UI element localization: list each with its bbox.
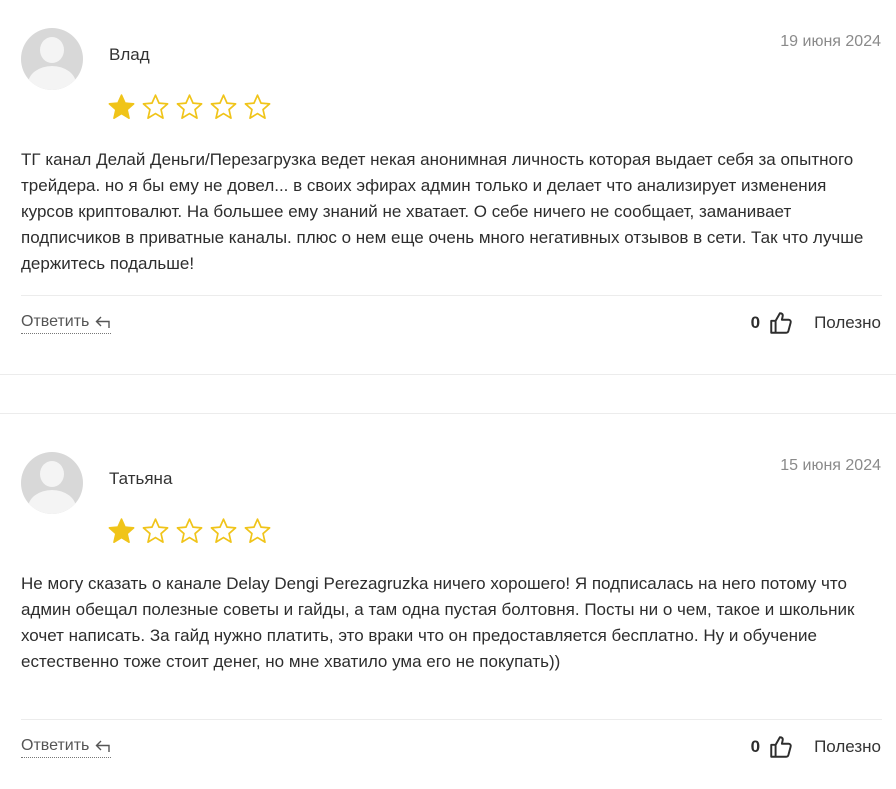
star-empty-icon <box>176 94 203 119</box>
review-text: Не могу сказать о канале Delay Dengi Per… <box>21 574 855 671</box>
helpful-group: 0 Полезно <box>751 310 881 336</box>
star-empty-icon <box>142 518 169 543</box>
review-date: 15 июня 2024 <box>780 457 881 474</box>
star-filled-icon <box>108 94 135 119</box>
star-filled-icon <box>108 518 135 543</box>
star-empty-icon <box>244 518 271 543</box>
helpful-count: 0 <box>750 313 761 332</box>
thumbs-up-icon[interactable] <box>768 734 794 760</box>
divider <box>21 295 882 296</box>
star-empty-icon <box>244 94 271 119</box>
rating-stars <box>107 517 272 546</box>
helpful-count: 0 <box>750 737 761 756</box>
review-separator <box>0 374 896 416</box>
reply-label: Ответить <box>21 313 90 330</box>
review-author: Влад <box>109 45 150 64</box>
review-author: Татьяна <box>109 469 173 488</box>
reply-button[interactable]: Ответить <box>21 737 112 758</box>
helpful-button[interactable]: Полезно <box>814 313 881 333</box>
divider <box>21 719 882 720</box>
reply-label: Ответить <box>21 737 90 754</box>
user-placeholder-icon <box>21 452 83 514</box>
reply-arrow-icon <box>95 740 111 752</box>
star-empty-icon <box>176 518 203 543</box>
thumbs-up-icon[interactable] <box>768 310 794 336</box>
helpful-button[interactable]: Полезно <box>814 737 881 757</box>
review-text: ТГ канал Делай Деньги/Перезагрузка ведет… <box>21 150 864 273</box>
star-empty-icon <box>210 518 237 543</box>
review-date: 19 июня 2024 <box>780 33 881 50</box>
user-placeholder-icon <box>21 28 83 90</box>
helpful-group: 0 Полезно <box>751 734 881 760</box>
reply-arrow-icon <box>95 316 111 328</box>
star-empty-icon <box>142 94 169 119</box>
rating-stars <box>107 93 272 122</box>
star-empty-icon <box>210 94 237 119</box>
reply-button[interactable]: Ответить <box>21 313 112 334</box>
